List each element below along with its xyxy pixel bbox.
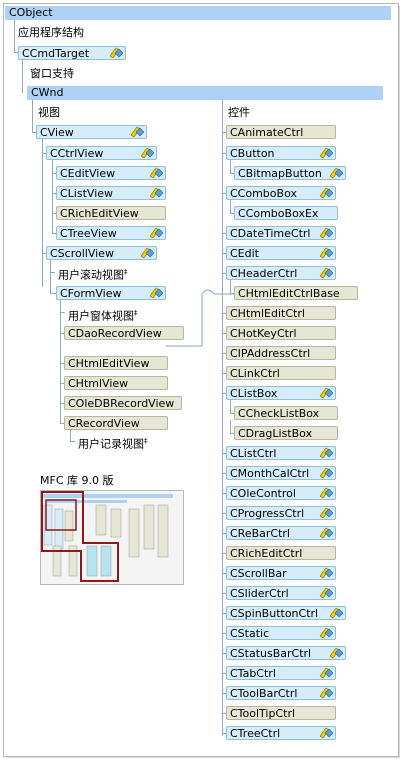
- tree-line: [230, 420, 231, 434]
- pencil-diamond-icon: [141, 147, 154, 158]
- cspinbuttonctrl-box[interactable]: CSpinButtonCtrl: [226, 606, 346, 620]
- crecordview-box[interactable]: CRecordView: [64, 416, 168, 430]
- cwnd-bar[interactable]: CWnd: [27, 86, 383, 100]
- tree-line: [52, 160, 53, 234]
- pencil-diamond-icon: [320, 627, 333, 638]
- pencil-diamond-icon: [320, 267, 333, 278]
- thumbnail-map: [41, 491, 173, 582]
- chtmlview-box[interactable]: CHtmlView: [64, 376, 168, 390]
- tree-line: [70, 430, 71, 441]
- pencil-diamond-icon: [320, 387, 333, 398]
- crossover-connector: [166, 289, 234, 347]
- pencil-diamond-icon: [320, 527, 333, 538]
- cipaddressctrl-box[interactable]: CIPAddressCtrl: [226, 346, 336, 360]
- tree-line: [42, 139, 43, 287]
- tree-line: [230, 160, 231, 174]
- user-scroll-views-label: 用户滚动视图‡: [58, 268, 128, 282]
- tree-line: [222, 100, 223, 736]
- pencil-diamond-icon: [330, 647, 343, 658]
- chtmleditview-box[interactable]: CHtmlEditView: [64, 356, 168, 370]
- pencil-diamond-icon: [320, 227, 333, 238]
- cobject-bar[interactable]: CObject: [5, 6, 391, 20]
- chtmleditctrl-box[interactable]: CHtmlEditCtrl: [226, 306, 336, 320]
- pencil-diamond-icon: [320, 187, 333, 198]
- pencil-diamond-icon: [150, 187, 163, 198]
- views-label: 视图: [38, 106, 60, 119]
- tree-line: [60, 300, 61, 424]
- tree-line: [70, 441, 75, 442]
- tree-line: [230, 400, 231, 414]
- pencil-diamond-icon: [320, 587, 333, 598]
- tree-line: [22, 60, 23, 93]
- pencil-diamond-icon: [330, 167, 343, 178]
- controls-label: 控件: [228, 106, 250, 119]
- pencil-diamond-icon: [320, 727, 333, 738]
- crichedit-view-box[interactable]: CRichEditView: [56, 206, 166, 220]
- pencil-diamond-icon: [320, 567, 333, 578]
- coledbrecordview-box[interactable]: COleDBRecordView: [64, 396, 182, 410]
- ccomboboxex-box[interactable]: CComboBoxEx: [234, 206, 338, 220]
- tree-line: [32, 100, 33, 133]
- window-support-label: 窗口支持: [30, 67, 74, 80]
- pencil-diamond-icon: [320, 247, 333, 258]
- pencil-diamond-icon: [131, 126, 144, 137]
- library-thumbnail[interactable]: [40, 490, 184, 585]
- user-record-views-label: 用户记录视图‡: [78, 437, 148, 451]
- pencil-diamond-icon: [320, 447, 333, 458]
- user-form-views-label: 用户窗体视图‡: [68, 309, 138, 323]
- tree-line: [14, 20, 15, 53]
- pencil-diamond-icon: [150, 227, 163, 238]
- pencil-diamond-icon: [150, 287, 163, 298]
- cricheditctrl-box[interactable]: CRichEditCtrl: [226, 546, 336, 560]
- cstatusbarctrl-box[interactable]: CStatusBarCtrl: [226, 646, 346, 660]
- pencil-diamond-icon: [150, 167, 163, 178]
- pencil-diamond-icon: [320, 467, 333, 478]
- pencil-diamond-icon: [330, 607, 343, 618]
- clinkctrl-box[interactable]: CLinkCtrl: [226, 366, 336, 380]
- pencil-diamond-icon: [320, 487, 333, 498]
- tree-line: [230, 200, 231, 214]
- thumbnail-caption: MFC 库 9.0 版: [40, 474, 114, 487]
- pencil-diamond-icon: [110, 47, 123, 58]
- pencil-diamond-icon: [320, 687, 333, 698]
- pencil-diamond-icon: [141, 247, 154, 258]
- pencil-diamond-icon: [320, 667, 333, 678]
- canimatectrl-box[interactable]: CAnimateCtrl: [226, 125, 336, 139]
- tree-line: [50, 260, 51, 293]
- tree-line: [50, 272, 55, 273]
- pencil-diamond-icon: [320, 507, 333, 518]
- chtmleditctrlbase-box[interactable]: CHtmlEditCtrlBase: [234, 286, 358, 300]
- tree-line: [60, 312, 65, 313]
- app-architecture-label: 应用程序结构: [18, 26, 84, 39]
- diagram-frame: [3, 3, 399, 757]
- cdraglistbox-box[interactable]: CDragListBox: [234, 426, 338, 440]
- chotkeyctrl-box[interactable]: CHotKeyCtrl: [226, 326, 336, 340]
- tree-line: [230, 280, 231, 294]
- pencil-diamond-icon: [320, 147, 333, 158]
- cchecklistbox-box[interactable]: CCheckListBox: [234, 406, 338, 420]
- ctooltipctrl-box[interactable]: CToolTipCtrl: [226, 706, 336, 720]
